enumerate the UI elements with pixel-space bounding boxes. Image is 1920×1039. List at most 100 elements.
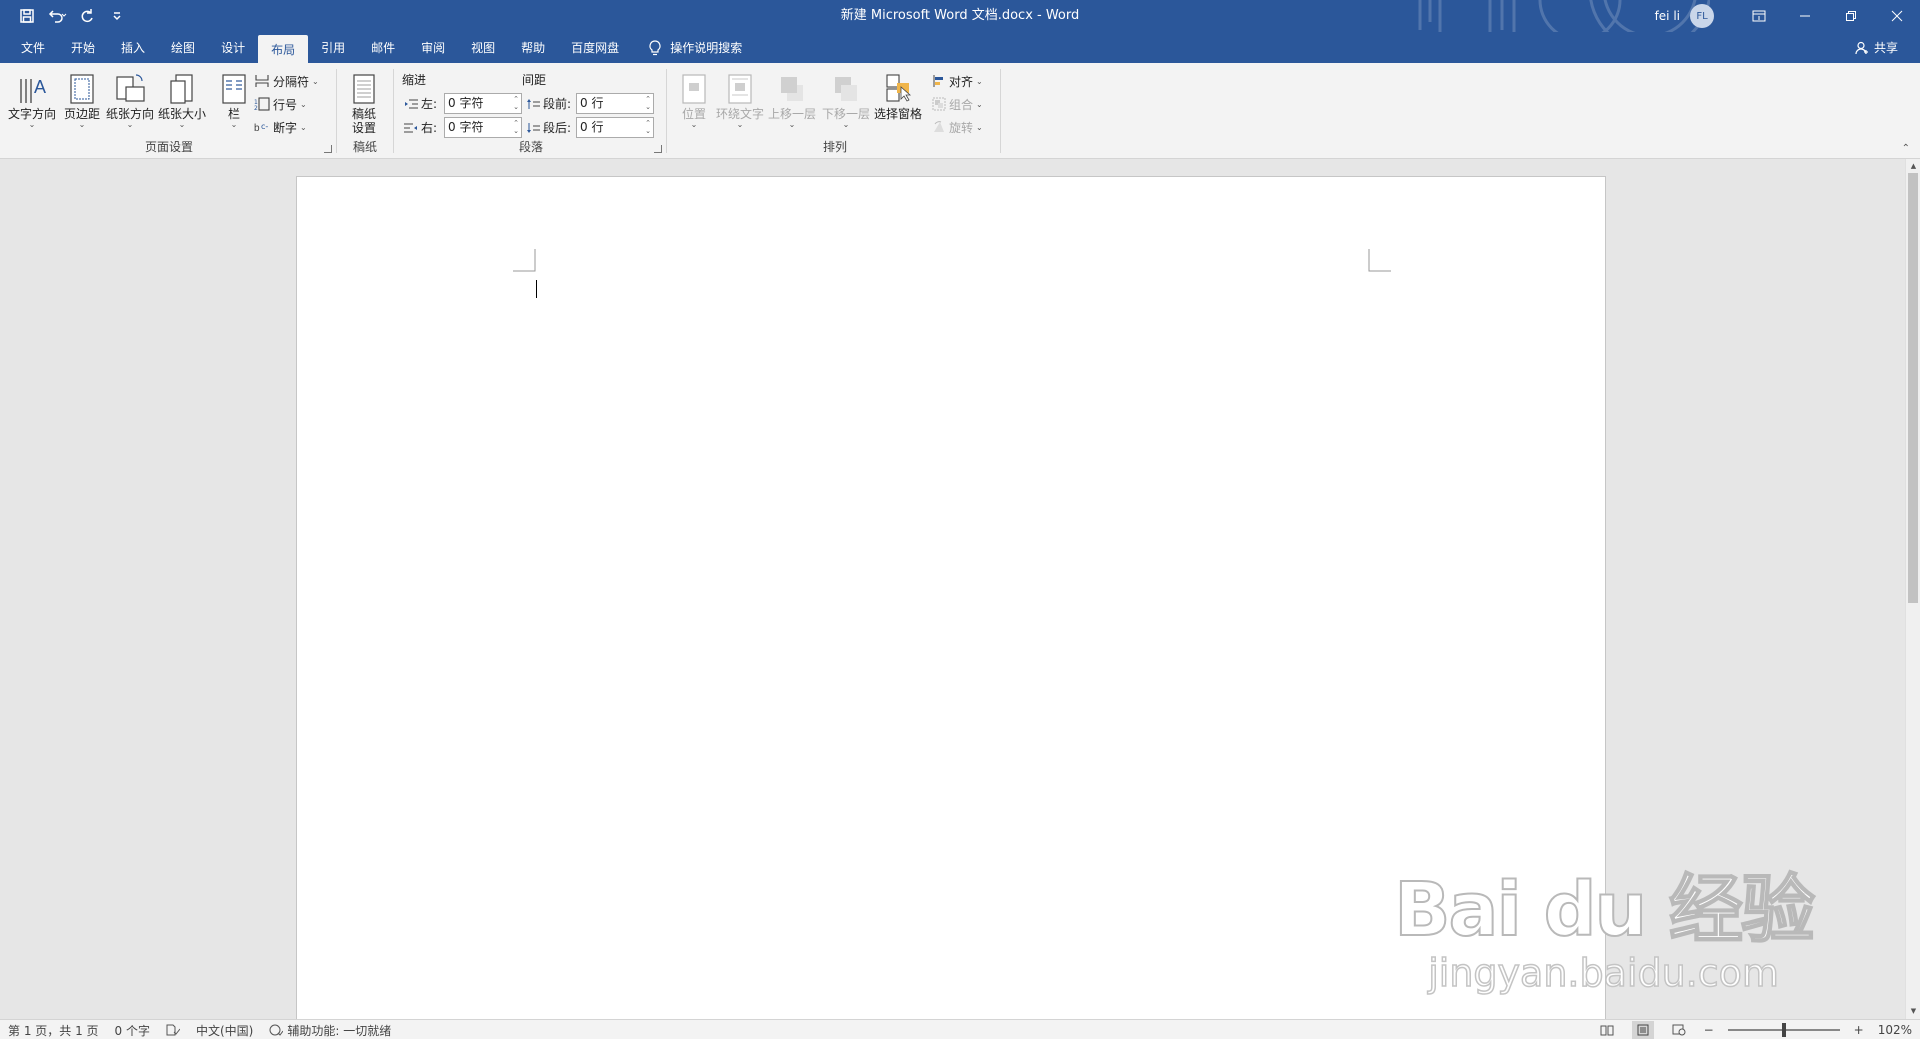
spinner-arrows-icon[interactable]: ⌃ ⌄	[645, 95, 651, 111]
minimize-button[interactable]	[1782, 0, 1828, 32]
bring-forward-button[interactable]: 上移一层 ⌄	[768, 69, 816, 129]
word-count[interactable]: 0 个字	[115, 1022, 150, 1039]
tab-insert[interactable]: 插入	[108, 32, 158, 63]
spacing-before-label: 段前:	[526, 95, 571, 112]
tab-view[interactable]: 视图	[458, 32, 508, 63]
proofing-status[interactable]	[166, 1024, 180, 1036]
avatar[interactable]: FL	[1690, 4, 1714, 28]
tab-mailings[interactable]: 邮件	[358, 32, 408, 63]
undo-icon[interactable]	[44, 3, 70, 29]
language-status[interactable]: 中文(中国)	[196, 1022, 253, 1039]
tab-help[interactable]: 帮助	[508, 32, 558, 63]
chevron-down-icon: ⌄	[300, 122, 307, 132]
zoom-in-button[interactable]: +	[1854, 1023, 1864, 1037]
save-icon[interactable]	[14, 3, 40, 29]
manuscript-settings-button[interactable]: 稿纸 设置	[348, 69, 380, 135]
chevron-down-icon: ⌄	[976, 76, 983, 86]
page-count[interactable]: 第 1 页，共 1 页	[8, 1022, 99, 1039]
customize-qat-icon[interactable]	[104, 3, 130, 29]
columns-button[interactable]: 栏 ⌄	[218, 69, 250, 129]
ribbon: A 文字方向 ⌄ 页边距 ⌄ 纸张方向 ⌄ 纸张大小 ⌄ 栏 ⌄ 分隔符 ⌄ 1…	[0, 63, 1920, 159]
hyphenation-icon: b c-	[254, 122, 268, 134]
paragraph-dialog-launcher[interactable]	[654, 145, 662, 153]
zoom-level[interactable]: 102%	[1878, 1023, 1912, 1037]
document-page[interactable]	[296, 176, 1606, 1019]
status-bar: 第 1 页，共 1 页 0 个字 中文(中国) 辅助功能: 一切就绪 − + 1…	[0, 1019, 1920, 1039]
line-numbers-button[interactable]: 12 行号 ⌄	[254, 94, 307, 114]
group-divider	[336, 69, 337, 153]
scroll-down-icon[interactable]: ▼	[1906, 1004, 1920, 1019]
align-button[interactable]: 对齐 ⌄	[932, 71, 983, 91]
orientation-button[interactable]: 纸张方向 ⌄	[106, 69, 154, 129]
margins-button[interactable]: 页边距 ⌄	[64, 69, 100, 129]
paper-size-button[interactable]: 纸张大小 ⌄	[158, 69, 206, 129]
ribbon-display-options-button[interactable]	[1736, 0, 1782, 32]
selection-pane-icon	[886, 74, 912, 102]
tell-me-label: 操作说明搜索	[670, 41, 743, 55]
zoom-out-button[interactable]: −	[1704, 1023, 1714, 1037]
position-button[interactable]: 位置 ⌄	[678, 69, 710, 129]
selection-pane-button[interactable]: 选择窗格	[874, 69, 922, 121]
breaks-button[interactable]: 分隔符 ⌄	[254, 71, 319, 91]
indent-right-label: 右:	[404, 119, 437, 136]
accessibility-label: 辅助功能: 一切就绪	[287, 1023, 392, 1038]
status-bar-right: − + 102%	[1596, 1020, 1912, 1039]
spacing-before-input[interactable]: 0 行 ⌃ ⌄	[576, 93, 654, 114]
close-button[interactable]	[1874, 0, 1920, 32]
wrap-text-icon	[728, 74, 752, 104]
tab-design[interactable]: 设计	[208, 32, 258, 63]
zoom-slider[interactable]	[1727, 1023, 1840, 1037]
restore-button[interactable]	[1828, 0, 1874, 32]
zoom-slider-thumb[interactable]	[1781, 1023, 1786, 1037]
tab-file[interactable]: 文件	[8, 32, 58, 63]
tab-baidu-netdisk[interactable]: 百度网盘	[558, 32, 632, 63]
user-name[interactable]: fei li	[1655, 9, 1680, 23]
rotate-button[interactable]: 旋转 ⌄	[932, 117, 983, 137]
send-backward-label: 下移一层	[822, 107, 871, 121]
send-backward-button[interactable]: 下移一层 ⌄	[822, 69, 870, 129]
spacing-after-input[interactable]: 0 行 ⌃ ⌄	[576, 117, 654, 138]
proofing-icon	[166, 1024, 180, 1036]
chevron-down-icon: ⌄	[690, 120, 698, 129]
text-direction-button[interactable]: A 文字方向 ⌄	[8, 69, 56, 129]
group-objects-button[interactable]: 组合 ⌄	[932, 94, 983, 114]
group-divider	[393, 69, 394, 153]
tab-home[interactable]: 开始	[58, 32, 108, 63]
chevron-down-icon: ⌄	[788, 120, 796, 129]
indent-right-input[interactable]: 0 字符 ⌃ ⌄	[444, 117, 522, 138]
tab-layout[interactable]: 布局	[258, 35, 309, 63]
indent-left-input[interactable]: 0 字符 ⌃ ⌄	[444, 93, 522, 114]
page-setup-dialog-launcher[interactable]	[324, 145, 332, 153]
tab-review[interactable]: 审阅	[408, 32, 458, 63]
document-area[interactable]: Bai du 经验 jingyan.baidu.com	[0, 159, 1905, 1019]
margins-icon	[70, 74, 94, 104]
hyphenation-button[interactable]: b c- 断字 ⌄	[254, 117, 307, 137]
print-layout-button[interactable]	[1631, 1021, 1654, 1039]
collapse-ribbon-icon[interactable]: ⌃	[1902, 143, 1910, 154]
scrollbar-thumb[interactable]	[1908, 173, 1918, 603]
indent-right-icon	[404, 123, 417, 132]
rotate-icon	[934, 121, 944, 132]
web-layout-button[interactable]	[1668, 1021, 1690, 1039]
spacing-before-text: 段前:	[543, 97, 572, 111]
chevron-down-icon: ⌄	[178, 120, 186, 129]
spinner-arrows-icon[interactable]: ⌃ ⌄	[513, 95, 519, 111]
scroll-up-icon[interactable]: ▲	[1906, 159, 1920, 174]
ribbon-tabs: 文件 开始 插入 绘图 设计 布局 引用 邮件 审阅 视图 帮助 百度网盘 操作…	[8, 32, 742, 63]
wrap-text-button[interactable]: 环绕文字 ⌄	[716, 69, 764, 129]
accessibility-status[interactable]: 辅助功能: 一切就绪	[269, 1022, 391, 1039]
share-button[interactable]: 共享	[1855, 32, 1898, 63]
tab-references[interactable]: 引用	[308, 32, 358, 63]
chevron-down-icon: ⌄	[976, 99, 983, 109]
tell-me-search[interactable]: 操作说明搜索	[648, 32, 742, 63]
read-mode-button[interactable]	[1596, 1021, 1618, 1039]
redo-icon[interactable]	[74, 3, 100, 29]
tab-draw[interactable]: 绘图	[158, 32, 208, 63]
print-layout-icon	[1637, 1024, 1649, 1036]
vertical-scrollbar[interactable]: ▲ ▼	[1905, 159, 1920, 1019]
spinner-arrows-icon[interactable]: ⌃ ⌄	[645, 119, 651, 135]
position-icon	[682, 74, 706, 104]
chevron-down-icon: ⌄	[28, 120, 36, 129]
margins-label: 页边距	[64, 107, 101, 121]
spinner-arrows-icon[interactable]: ⌃ ⌄	[513, 119, 519, 135]
